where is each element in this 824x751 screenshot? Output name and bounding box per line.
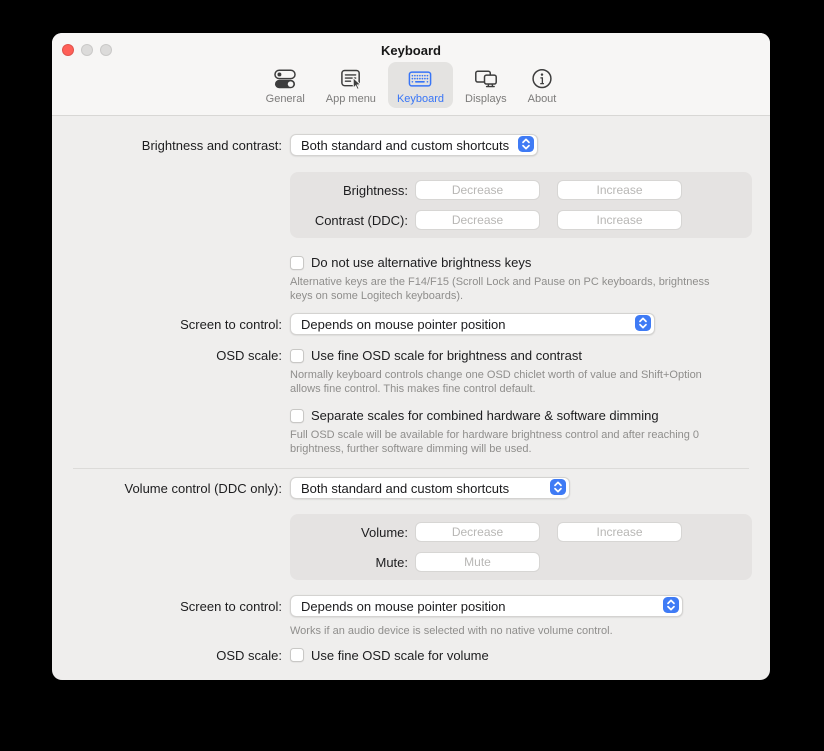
document-cursor-icon <box>338 66 364 92</box>
dropdown-value: Depends on mouse pointer position <box>301 317 506 332</box>
fine-osd-help: Normally keyboard controls change one OS… <box>290 369 702 396</box>
volume-screen-help: Works if an audio device is selected wit… <box>290 625 613 639</box>
tab-label: Keyboard <box>397 93 444 105</box>
brightness-increase-button[interactable]: Increase <box>557 180 682 200</box>
contrast-decrease-button[interactable]: Decrease <box>415 210 540 230</box>
separate-scales-help: Full OSD scale will be available for har… <box>290 429 699 456</box>
dropdown-value: Both standard and custom shortcuts <box>301 138 509 153</box>
dropdown-value: Both standard and custom shortcuts <box>301 481 509 496</box>
tab-app-menu[interactable]: App menu <box>317 62 385 108</box>
popup-stepper-icon <box>512 136 534 155</box>
keyboard-pane: Brightness and contrast: Both standard a… <box>52 116 770 663</box>
tab-about[interactable]: About <box>519 62 566 108</box>
screen-to-control-label: Screen to control: <box>52 599 282 614</box>
tab-general[interactable]: General <box>257 62 314 108</box>
osd-scale-label: OSD scale: <box>52 348 282 363</box>
mute-row-label: Mute: <box>290 555 408 570</box>
volume-shortcuts-dropdown[interactable]: Both standard and custom shortcuts <box>290 477 570 499</box>
fine-osd-brightness-checkbox[interactable] <box>290 349 304 363</box>
dropdown-value: Depends on mouse pointer position <box>301 599 506 614</box>
contrast-row-label: Contrast (DDC): <box>290 213 408 228</box>
brightness-contrast-label: Brightness and contrast: <box>52 138 282 153</box>
volume-control-label: Volume control (DDC only): <box>52 481 282 496</box>
tab-label: General <box>266 93 305 105</box>
fine-osd-brightness-label: Use fine OSD scale for brightness and co… <box>311 348 582 363</box>
toggles-icon <box>272 66 298 92</box>
volume-screen-dropdown[interactable]: Depends on mouse pointer position <box>290 595 683 617</box>
titlebar: Keyboard General <box>52 33 770 116</box>
popup-stepper-icon <box>629 315 651 334</box>
tab-displays[interactable]: Displays <box>456 62 516 108</box>
contrast-shortcut-row: Contrast (DDC): Decrease Increase <box>290 210 752 230</box>
separate-scales-label: Separate scales for combined hardware & … <box>311 408 659 423</box>
volume-shortcut-recorder-group: Volume: Decrease Increase Mute: Mute <box>290 514 752 580</box>
brightness-shortcut-row: Brightness: Decrease Increase <box>290 180 752 200</box>
info-icon <box>529 66 555 92</box>
separate-scales-checkbox[interactable] <box>290 409 304 423</box>
fine-osd-volume-label: Use fine OSD scale for volume <box>311 648 489 663</box>
brightness-row-label: Brightness: <box>290 183 408 198</box>
contrast-increase-button[interactable]: Increase <box>557 210 682 230</box>
fine-osd-volume-checkbox[interactable] <box>290 648 304 662</box>
mute-shortcut-row: Mute: Mute <box>290 552 752 572</box>
volume-decrease-button[interactable]: Decrease <box>415 522 540 542</box>
volume-increase-button[interactable]: Increase <box>557 522 682 542</box>
alt-brightness-keys-label: Do not use alternative brightness keys <box>311 255 531 270</box>
brightness-screen-dropdown[interactable]: Depends on mouse pointer position <box>290 313 655 335</box>
tab-label: Displays <box>465 93 507 105</box>
section-divider <box>73 468 749 469</box>
tab-label: App menu <box>326 93 376 105</box>
brightness-shortcut-recorder-group: Brightness: Decrease Increase Contrast (… <box>290 172 752 238</box>
popup-stepper-icon <box>544 479 566 498</box>
popup-stepper-icon <box>657 597 679 616</box>
volume-shortcut-row: Volume: Decrease Increase <box>290 522 752 542</box>
toolbar-tabs: General App menu <box>52 62 770 108</box>
volume-row-label: Volume: <box>290 525 408 540</box>
tab-keyboard[interactable]: Keyboard <box>388 62 453 108</box>
brightness-decrease-button[interactable]: Decrease <box>415 180 540 200</box>
osd-scale-label: OSD scale: <box>52 648 282 663</box>
alt-brightness-keys-help: Alternative keys are the F14/F15 (Scroll… <box>290 276 709 303</box>
displays-icon <box>473 66 499 92</box>
keyboard-icon <box>407 66 433 92</box>
brightness-shortcuts-dropdown[interactable]: Both standard and custom shortcuts <box>290 134 538 156</box>
window-title: Keyboard <box>52 43 770 58</box>
screen-to-control-label: Screen to control: <box>52 317 282 332</box>
mute-button[interactable]: Mute <box>415 552 540 572</box>
alt-brightness-keys-checkbox[interactable] <box>290 256 304 270</box>
tab-label: About <box>528 93 557 105</box>
preferences-window: Keyboard General <box>52 33 770 680</box>
